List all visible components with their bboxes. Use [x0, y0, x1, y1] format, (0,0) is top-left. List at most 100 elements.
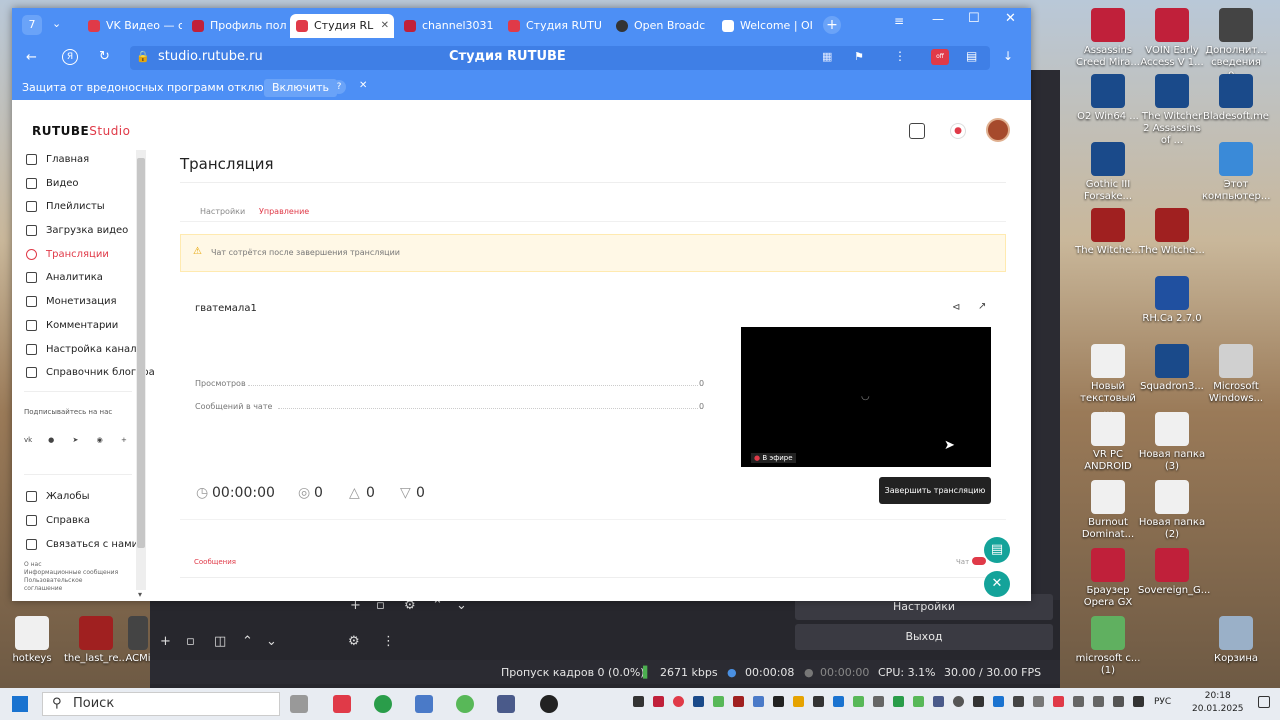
close-window-icon[interactable]: ✕: [1005, 11, 1016, 26]
footer-link[interactable]: Информационные сообщения: [24, 569, 118, 577]
desktop-icon[interactable]: RH.Ca 2.7.0: [1138, 276, 1206, 325]
scrollbar-thumb[interactable]: [137, 158, 145, 548]
share-icon[interactable]: ⊲: [952, 302, 960, 313]
tray-icon[interactable]: [713, 696, 724, 707]
tray-icon[interactable]: [913, 696, 924, 707]
new-tab-icon[interactable]: +: [823, 16, 841, 34]
taskbar-search[interactable]: ⚲ Поиск: [42, 692, 280, 716]
browser-tab[interactable]: Open Broadc: [610, 14, 710, 38]
footer-link[interactable]: О нас: [24, 561, 118, 569]
desktop-icon[interactable]: Bladesoft.me: [1202, 74, 1270, 123]
ok-icon[interactable]: ●: [40, 436, 62, 444]
tray-icon[interactable]: [1013, 696, 1024, 707]
torrent-icon[interactable]: [374, 695, 392, 713]
collections-icon[interactable]: ▤: [966, 49, 977, 63]
tray-icon[interactable]: [733, 696, 744, 707]
sidebar-item-contact[interactable]: Связаться с нами: [26, 537, 138, 553]
maximize-icon[interactable]: ☐: [968, 11, 980, 26]
add-icon[interactable]: +: [160, 634, 171, 649]
desktop-icon[interactable]: Gothic III Forsake...: [1074, 142, 1142, 203]
sidebar-item-help[interactable]: Справка: [26, 513, 90, 529]
back-icon[interactable]: ←: [26, 50, 37, 65]
footer-link[interactable]: Пользовательское: [24, 577, 118, 585]
desktop-icon[interactable]: The Witcher 2 Assassins of ...: [1138, 74, 1206, 147]
browser-tab[interactable]: Профиль пол: [186, 14, 286, 38]
sidebar-item-streams[interactable]: Трансляции: [26, 247, 109, 263]
tray-icon[interactable]: [673, 696, 684, 707]
tray-icon[interactable]: [813, 696, 824, 707]
tray-icon[interactable]: [1053, 696, 1064, 707]
desktop-icon[interactable]: The Witche...: [1138, 208, 1206, 257]
desktop-icon[interactable]: Burnout Dominat...: [1074, 480, 1142, 541]
desktop-icon[interactable]: Новая папка (3): [1138, 412, 1206, 473]
desktop-icon[interactable]: Браузер Opera GX: [1074, 548, 1142, 609]
gear-icon[interactable]: ⚙: [348, 634, 360, 649]
tabs-dropdown-icon[interactable]: ⌄: [52, 17, 61, 30]
obs-icon[interactable]: [540, 695, 558, 713]
tray-icon[interactable]: [773, 696, 784, 707]
messages-tab[interactable]: Сообщения: [194, 558, 236, 566]
vk-icon[interactable]: vk: [24, 436, 38, 444]
reload-icon[interactable]: ↻: [99, 49, 110, 64]
close-tab-icon[interactable]: ✕: [381, 14, 389, 38]
more-options-icon[interactable]: ⋮: [894, 49, 906, 63]
tray-icon[interactable]: [833, 696, 844, 707]
scroll-down-icon[interactable]: ▾: [138, 590, 142, 599]
sidebar-item-home[interactable]: Главная: [26, 152, 89, 168]
desktop-icon[interactable]: Новая папка (2): [1138, 480, 1206, 541]
desktop-icon[interactable]: O2 Win64 ...: [1074, 74, 1142, 123]
sidebar-item-comments[interactable]: Комментарии: [26, 318, 118, 334]
yandex-icon[interactable]: Я: [62, 49, 78, 65]
tray-icon[interactable]: [693, 696, 704, 707]
desktop-icon[interactable]: Этот компьютер...: [1202, 142, 1270, 203]
sidebar-item-video[interactable]: Видео: [26, 176, 79, 192]
tray-icon[interactable]: [653, 696, 664, 707]
tray-icon[interactable]: [1113, 696, 1124, 707]
desktop-icon[interactable]: microsoft c... (1): [1074, 616, 1142, 677]
bluetooth-icon[interactable]: [993, 696, 1004, 707]
notifications-icon[interactable]: ●: [950, 123, 966, 139]
rutube-studio-logo[interactable]: RUTUBEStudio: [32, 124, 131, 138]
sidebar-item-upload[interactable]: Загрузка видео: [26, 223, 128, 239]
add-video-icon[interactable]: [909, 123, 925, 139]
files-icon[interactable]: [415, 695, 433, 713]
help-icon[interactable]: ?: [332, 80, 346, 94]
tray-icon[interactable]: [933, 696, 944, 707]
sidebar-item-complaints[interactable]: Жалобы: [26, 489, 89, 505]
desktop-icon[interactable]: Sovereign_G...: [1138, 548, 1210, 597]
tray-icon[interactable]: [753, 696, 764, 707]
system-clock[interactable]: 20:18 20.01.2025: [1192, 690, 1244, 716]
task-view-icon[interactable]: [290, 695, 308, 713]
close-bar-icon[interactable]: ✕: [359, 80, 367, 91]
desktop-icon[interactable]: Дополнит... сведения о...: [1202, 8, 1270, 81]
desktop-icon[interactable]: Microsoft Windows...: [1202, 344, 1270, 405]
desktop-icon[interactable]: hotkeys: [0, 616, 66, 665]
browser-logo-icon[interactable]: 7: [22, 15, 42, 35]
app-icon[interactable]: [456, 695, 474, 713]
desktop-icon[interactable]: VR PC ANDROID: [1074, 412, 1142, 473]
browser-tab[interactable]: Студия RUTU: [502, 14, 602, 38]
extension-icon[interactable]: ▦: [822, 50, 832, 63]
adblock-icon[interactable]: off: [931, 49, 949, 65]
desktop-icon[interactable]: Корзина: [1202, 616, 1270, 665]
end-stream-button[interactable]: Завершить трансляцию: [879, 477, 991, 504]
browser-tab[interactable]: VK Видео — с: [82, 14, 182, 38]
start-icon[interactable]: [12, 696, 28, 712]
tab-manage[interactable]: Управление: [259, 207, 309, 216]
external-link-icon[interactable]: ↗: [978, 301, 986, 312]
tray-icon[interactable]: [1073, 696, 1084, 707]
more-icon[interactable]: ⋮: [382, 634, 395, 649]
up-arrow-icon[interactable]: ⌃: [242, 634, 253, 649]
bookmark-icon[interactable]: ⚑: [854, 50, 864, 63]
tray-icon[interactable]: [793, 696, 804, 707]
sidebar-item-analytics[interactable]: Аналитика: [26, 270, 103, 286]
filter-icon[interactable]: ◫: [214, 634, 226, 649]
tray-icon[interactable]: [873, 696, 884, 707]
sidebar-item-channel-settings[interactable]: Настройка канала: [26, 342, 143, 358]
desktop-icon[interactable]: Assassins Creed Mira...: [1074, 8, 1142, 69]
language-indicator[interactable]: РУС: [1154, 697, 1171, 707]
browser-tab[interactable]: Welcome | OI: [716, 14, 816, 38]
avatar[interactable]: [986, 118, 1010, 142]
enable-protection-button[interactable]: Включить: [264, 79, 338, 97]
menu-icon[interactable]: ≡: [894, 14, 904, 28]
